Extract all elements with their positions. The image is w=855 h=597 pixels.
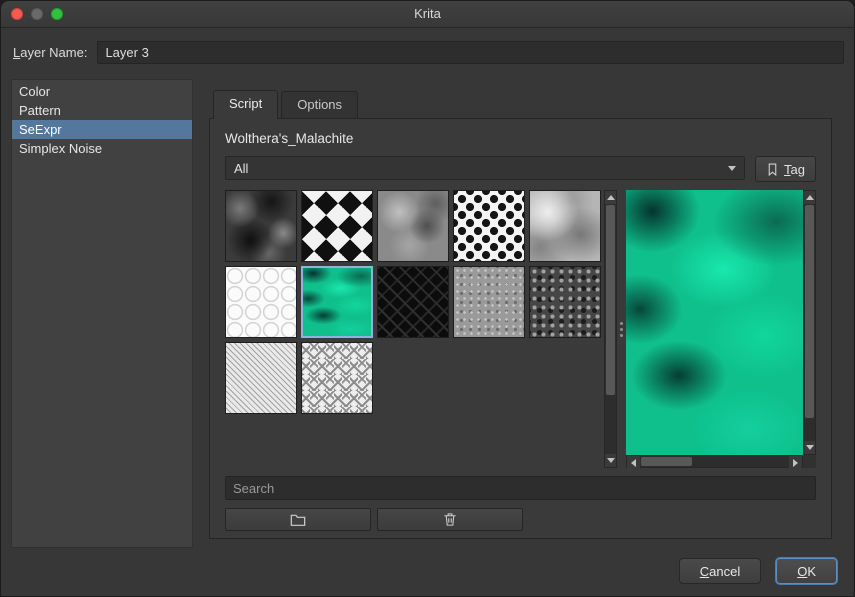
grid-scrollbar[interactable] [604, 190, 617, 468]
cancel-button-label: Cancel [700, 564, 740, 579]
tab-bar: Script Options [209, 88, 832, 118]
preview-horizontal-scrollbar[interactable] [626, 455, 803, 468]
search-input[interactable] [225, 476, 816, 500]
generator-item-simplex-noise[interactable]: Simplex Noise [12, 139, 192, 158]
light-rings-pattern-thumbnail[interactable] [225, 266, 297, 338]
preview-hscroll-track[interactable] [640, 456, 789, 467]
cancel-button[interactable]: Cancel [679, 558, 761, 584]
gray-grain-pattern-thumbnail[interactable] [453, 266, 525, 338]
splitter-handle[interactable] [617, 190, 626, 468]
triangle-up-icon [607, 195, 615, 200]
preview-hscroll-thumb[interactable] [641, 457, 692, 466]
tag-filter-value: All [234, 161, 728, 176]
gray-mottle-pattern-thumbnail[interactable] [377, 190, 449, 262]
bw-kaleidoscope-pattern-thumbnail[interactable] [301, 190, 373, 262]
herringbone-pattern-thumbnail[interactable] [301, 342, 373, 414]
tag-button-label: Tag [784, 162, 805, 177]
preview-scroll-down-button[interactable] [804, 441, 815, 454]
grid-scroll-up-button[interactable] [605, 191, 616, 204]
ok-button-label: OK [797, 564, 816, 579]
layer-name-input[interactable] [97, 41, 844, 64]
generator-item-color[interactable]: Color [12, 82, 192, 101]
tab-script[interactable]: Script [213, 90, 278, 119]
splitter-dot [620, 322, 623, 325]
preview-scroll-right-button[interactable] [789, 456, 802, 469]
tag-button[interactable]: Tag [755, 156, 816, 182]
preview-scroll-left-button[interactable] [627, 456, 640, 469]
triangle-down-icon [607, 458, 615, 463]
splitter-dot [620, 328, 623, 331]
dialog-footer: Cancel OK [679, 558, 837, 584]
trash-icon [443, 512, 457, 527]
pattern-chooser [225, 190, 816, 468]
malachite-pattern-thumbnail[interactable] [301, 266, 373, 338]
generator-item-pattern[interactable]: Pattern [12, 101, 192, 120]
tag-filter-dropdown[interactable]: All [225, 156, 745, 180]
scrollbar-corner [803, 455, 816, 468]
search-row [225, 476, 816, 500]
splitter-dot [620, 334, 623, 337]
generator-options-area: Script Options Wolthera's_Malachite All … [209, 88, 832, 539]
chevron-down-icon [728, 166, 736, 171]
pattern-grid [225, 190, 601, 468]
grid-scroll-thumb[interactable] [606, 205, 615, 395]
bookmark-icon [766, 162, 779, 177]
diagonal-hatch-pattern-thumbnail[interactable] [225, 342, 297, 414]
import-resource-button[interactable] [225, 508, 371, 531]
delete-resource-button[interactable] [377, 508, 523, 531]
grid-scroll-track[interactable] [605, 204, 616, 454]
krita-fill-layer-dialog: Krita Layer Name: ColorPatternSeExprSimp… [0, 0, 855, 597]
tab-options[interactable]: Options [281, 91, 358, 118]
dark-marble-pattern-thumbnail[interactable] [225, 190, 297, 262]
preview-vscroll-thumb[interactable] [805, 205, 814, 418]
preview-vscroll-track[interactable] [804, 204, 815, 441]
triangle-down-icon [806, 445, 814, 450]
selected-pattern-name: Wolthera's_Malachite [225, 131, 816, 146]
filter-row: All Tag [225, 156, 816, 182]
ok-button[interactable]: OK [776, 558, 837, 584]
folder-icon [290, 513, 306, 527]
pattern-preview-image [626, 190, 803, 455]
generator-item-seexpr[interactable]: SeExpr [12, 120, 192, 139]
dark-speckle-pattern-thumbnail[interactable] [529, 266, 601, 338]
preview-vertical-scrollbar[interactable] [803, 190, 816, 455]
halftone-dots-pattern-thumbnail[interactable] [453, 190, 525, 262]
gray-clouds-pattern-thumbnail[interactable] [529, 190, 601, 262]
generator-list: ColorPatternSeExprSimplex Noise [11, 79, 193, 548]
layer-name-label: Layer Name: [13, 45, 87, 60]
triangle-up-icon [806, 195, 814, 200]
titlebar: Krita [1, 1, 854, 28]
layer-name-row: Layer Name: [13, 40, 844, 65]
resource-tools-row [225, 508, 816, 531]
window-title: Krita [1, 6, 854, 21]
dark-maze-pattern-thumbnail[interactable] [377, 266, 449, 338]
triangle-right-icon [793, 459, 798, 467]
grid-scroll-down-button[interactable] [605, 454, 616, 467]
pattern-preview-area [626, 190, 816, 468]
script-tab-panel: Wolthera's_Malachite All Tag [209, 118, 832, 539]
triangle-left-icon [631, 459, 636, 467]
preview-scroll-up-button[interactable] [804, 191, 815, 204]
